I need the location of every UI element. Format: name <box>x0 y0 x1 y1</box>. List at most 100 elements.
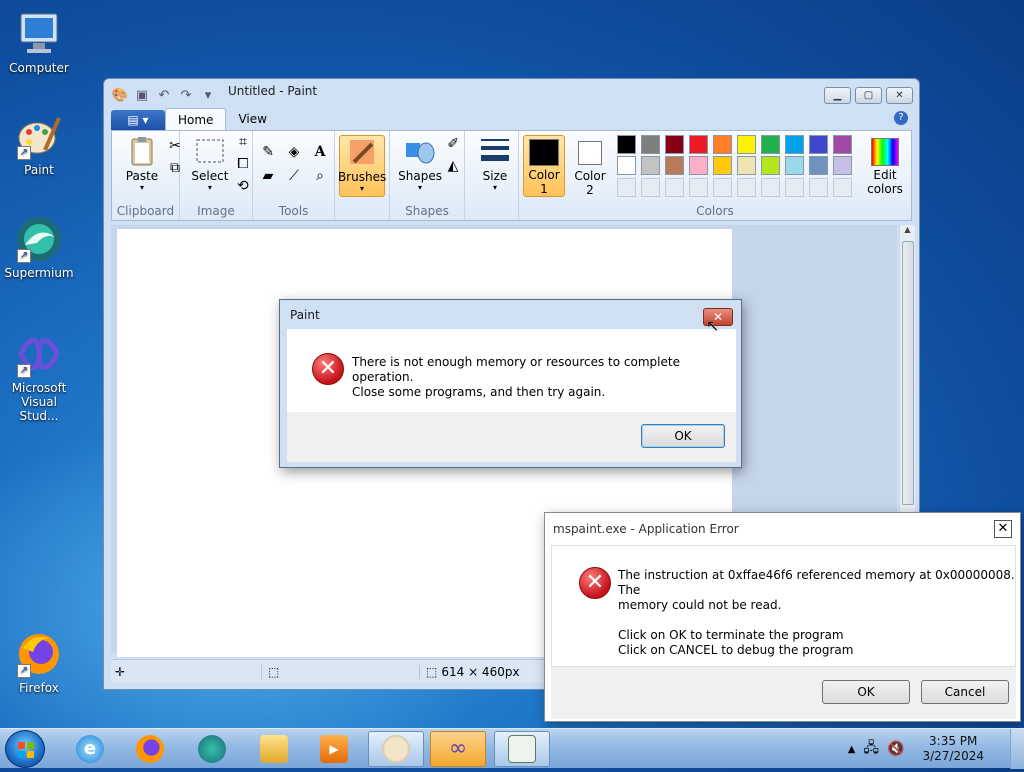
palette-swatch[interactable] <box>809 135 828 154</box>
palette-swatch[interactable] <box>737 156 756 176</box>
scroll-up-icon[interactable]: ▲ <box>900 225 915 234</box>
paste-button[interactable]: Paste ▾ <box>116 135 168 192</box>
resize-icon[interactable]: ⧠ <box>232 153 254 175</box>
palette-swatch[interactable] <box>809 156 828 176</box>
show-hidden-icons-icon[interactable]: ▲ <box>848 744 856 755</box>
ok-button[interactable]: OK <box>822 680 910 704</box>
desktop-icon-supermium[interactable]: ↗ Supermium <box>0 215 78 280</box>
help-icon[interactable]: ? <box>894 111 908 125</box>
minimize-button[interactable]: ▁ <box>824 87 851 104</box>
taskbar-app-window[interactable] <box>494 731 550 767</box>
palette-swatch[interactable] <box>665 135 684 154</box>
empty-swatch[interactable] <box>665 177 684 197</box>
palette-swatch[interactable] <box>761 156 780 176</box>
shapes-icon <box>406 142 435 164</box>
palette-swatch[interactable] <box>689 135 708 154</box>
color-picker-icon[interactable]: ⟋ <box>283 165 305 187</box>
taskbar-supermium[interactable] <box>184 731 240 767</box>
clock[interactable]: 3:35 PM 3/27/2024 <box>922 734 984 764</box>
palette-swatch[interactable] <box>761 135 780 154</box>
taskbar-firefox[interactable] <box>122 731 178 767</box>
tab-home[interactable]: Home <box>165 108 227 130</box>
taskbar-file-explorer[interactable] <box>246 731 302 767</box>
palette-swatch[interactable] <box>833 156 852 176</box>
desktop-icon-computer[interactable]: Computer <box>0 10 78 75</box>
size-button[interactable]: Size ▾ <box>469 135 521 192</box>
customize-quick-access-icon[interactable]: ▾ <box>200 87 216 103</box>
palette-swatch[interactable] <box>617 135 636 154</box>
desktop-icon-paint[interactable]: ↗ Paint <box>0 112 78 177</box>
maximize-button[interactable]: ▢ <box>855 87 882 104</box>
empty-swatch[interactable] <box>689 177 708 197</box>
color1-button[interactable]: Color 1 <box>523 135 565 197</box>
taskbar-paint[interactable] <box>368 731 424 767</box>
paint-app-icon[interactable]: 🎨 <box>112 87 128 103</box>
volume-muted-icon[interactable]: 🔇 <box>887 741 904 757</box>
palette-swatch[interactable] <box>689 156 708 176</box>
fill-icon[interactable]: ◈ <box>283 141 305 163</box>
group-shapes: Shapes ▾ ✐ ◭ Shapes <box>390 131 465 220</box>
group-image: Select ▾ ⌗ ⧠ ⟲ Image <box>180 131 254 220</box>
firefox-icon: ↗ <box>15 630 63 678</box>
select-button[interactable]: Select ▾ <box>184 135 236 192</box>
scrollbar-thumb[interactable] <box>902 241 914 505</box>
palette-swatch[interactable] <box>713 156 732 176</box>
palette-swatch[interactable] <box>713 135 732 154</box>
desktop-icon-firefox[interactable]: ↗ Firefox <box>0 630 78 695</box>
empty-swatch[interactable] <box>761 177 780 197</box>
redo-icon[interactable]: ↷ <box>178 87 194 103</box>
eraser-icon[interactable]: ▰ <box>257 165 279 187</box>
app-window-icon <box>508 735 536 763</box>
empty-swatch[interactable] <box>641 177 660 197</box>
palette-swatch[interactable] <box>617 156 636 176</box>
empty-swatch[interactable] <box>713 177 732 197</box>
desktop-icon-visual-studio[interactable]: ↗ Microsoft Visual Stud... <box>0 330 78 423</box>
empty-swatch[interactable] <box>809 177 828 197</box>
palette-swatch[interactable] <box>785 156 804 176</box>
paint-menu-button[interactable]: ▤ ▾ <box>111 110 165 130</box>
dialog-body: ✕ There is not enough memory or resource… <box>287 329 736 412</box>
empty-swatch[interactable] <box>737 177 756 197</box>
shapes-button[interactable]: Shapes ▾ <box>394 135 446 192</box>
dialog-message: There is not enough memory or resources … <box>352 355 680 399</box>
outline-icon[interactable]: ✐ <box>442 133 464 155</box>
text-icon[interactable]: A <box>309 141 331 163</box>
show-desktop-button[interactable] <box>1010 729 1024 769</box>
crop-icon[interactable]: ⌗ <box>232 131 254 153</box>
desktop-icon-label: Paint <box>24 163 54 177</box>
network-icon[interactable]: 🖧 <box>863 737 879 761</box>
rotate-icon[interactable]: ⟲ <box>232 175 254 197</box>
palette-swatch[interactable] <box>737 135 756 154</box>
ok-button[interactable]: OK <box>641 424 725 448</box>
memory-error-dialog: Paint ✕ ✕ There is not enough memory or … <box>279 299 742 468</box>
supermium-icon: ↗ <box>15 215 63 263</box>
empty-swatch[interactable] <box>785 177 804 197</box>
edit-colors-button[interactable]: Edit colors <box>863 135 907 197</box>
start-button[interactable] <box>5 730 45 768</box>
empty-swatch[interactable] <box>617 177 636 197</box>
close-button[interactable]: ✕ <box>886 87 913 104</box>
undo-icon[interactable]: ↶ <box>156 87 172 103</box>
computer-icon <box>15 10 63 58</box>
brushes-button[interactable]: Brushes ▾ <box>338 135 386 197</box>
shape-fill-icon[interactable]: ◭ <box>442 155 464 177</box>
dialog-close-button[interactable]: ✕ <box>994 520 1012 538</box>
paint-icon <box>382 735 410 763</box>
taskbar-internet-explorer[interactable]: e <box>62 731 118 767</box>
empty-swatch[interactable] <box>833 177 852 197</box>
palette-swatch[interactable] <box>641 135 660 154</box>
taskbar-visual-studio[interactable]: ∞ <box>430 731 486 767</box>
color2-button[interactable]: Color 2 <box>569 135 611 197</box>
palette-swatch[interactable] <box>665 156 684 176</box>
palette-swatch[interactable] <box>833 135 852 154</box>
taskbar-media-player[interactable]: ▶ <box>306 731 362 767</box>
cancel-button[interactable]: Cancel <box>921 680 1009 704</box>
shortcut-arrow-icon: ↗ <box>17 664 31 678</box>
tab-view[interactable]: View <box>226 108 278 130</box>
pencil-icon[interactable]: ✎ <box>257 141 279 163</box>
palette-swatch[interactable] <box>641 156 660 176</box>
group-label: Colors <box>696 204 734 218</box>
palette-swatch[interactable] <box>785 135 804 154</box>
magnifier-icon[interactable]: ⌕ <box>309 165 331 187</box>
save-icon[interactable]: ▣ <box>134 87 150 103</box>
